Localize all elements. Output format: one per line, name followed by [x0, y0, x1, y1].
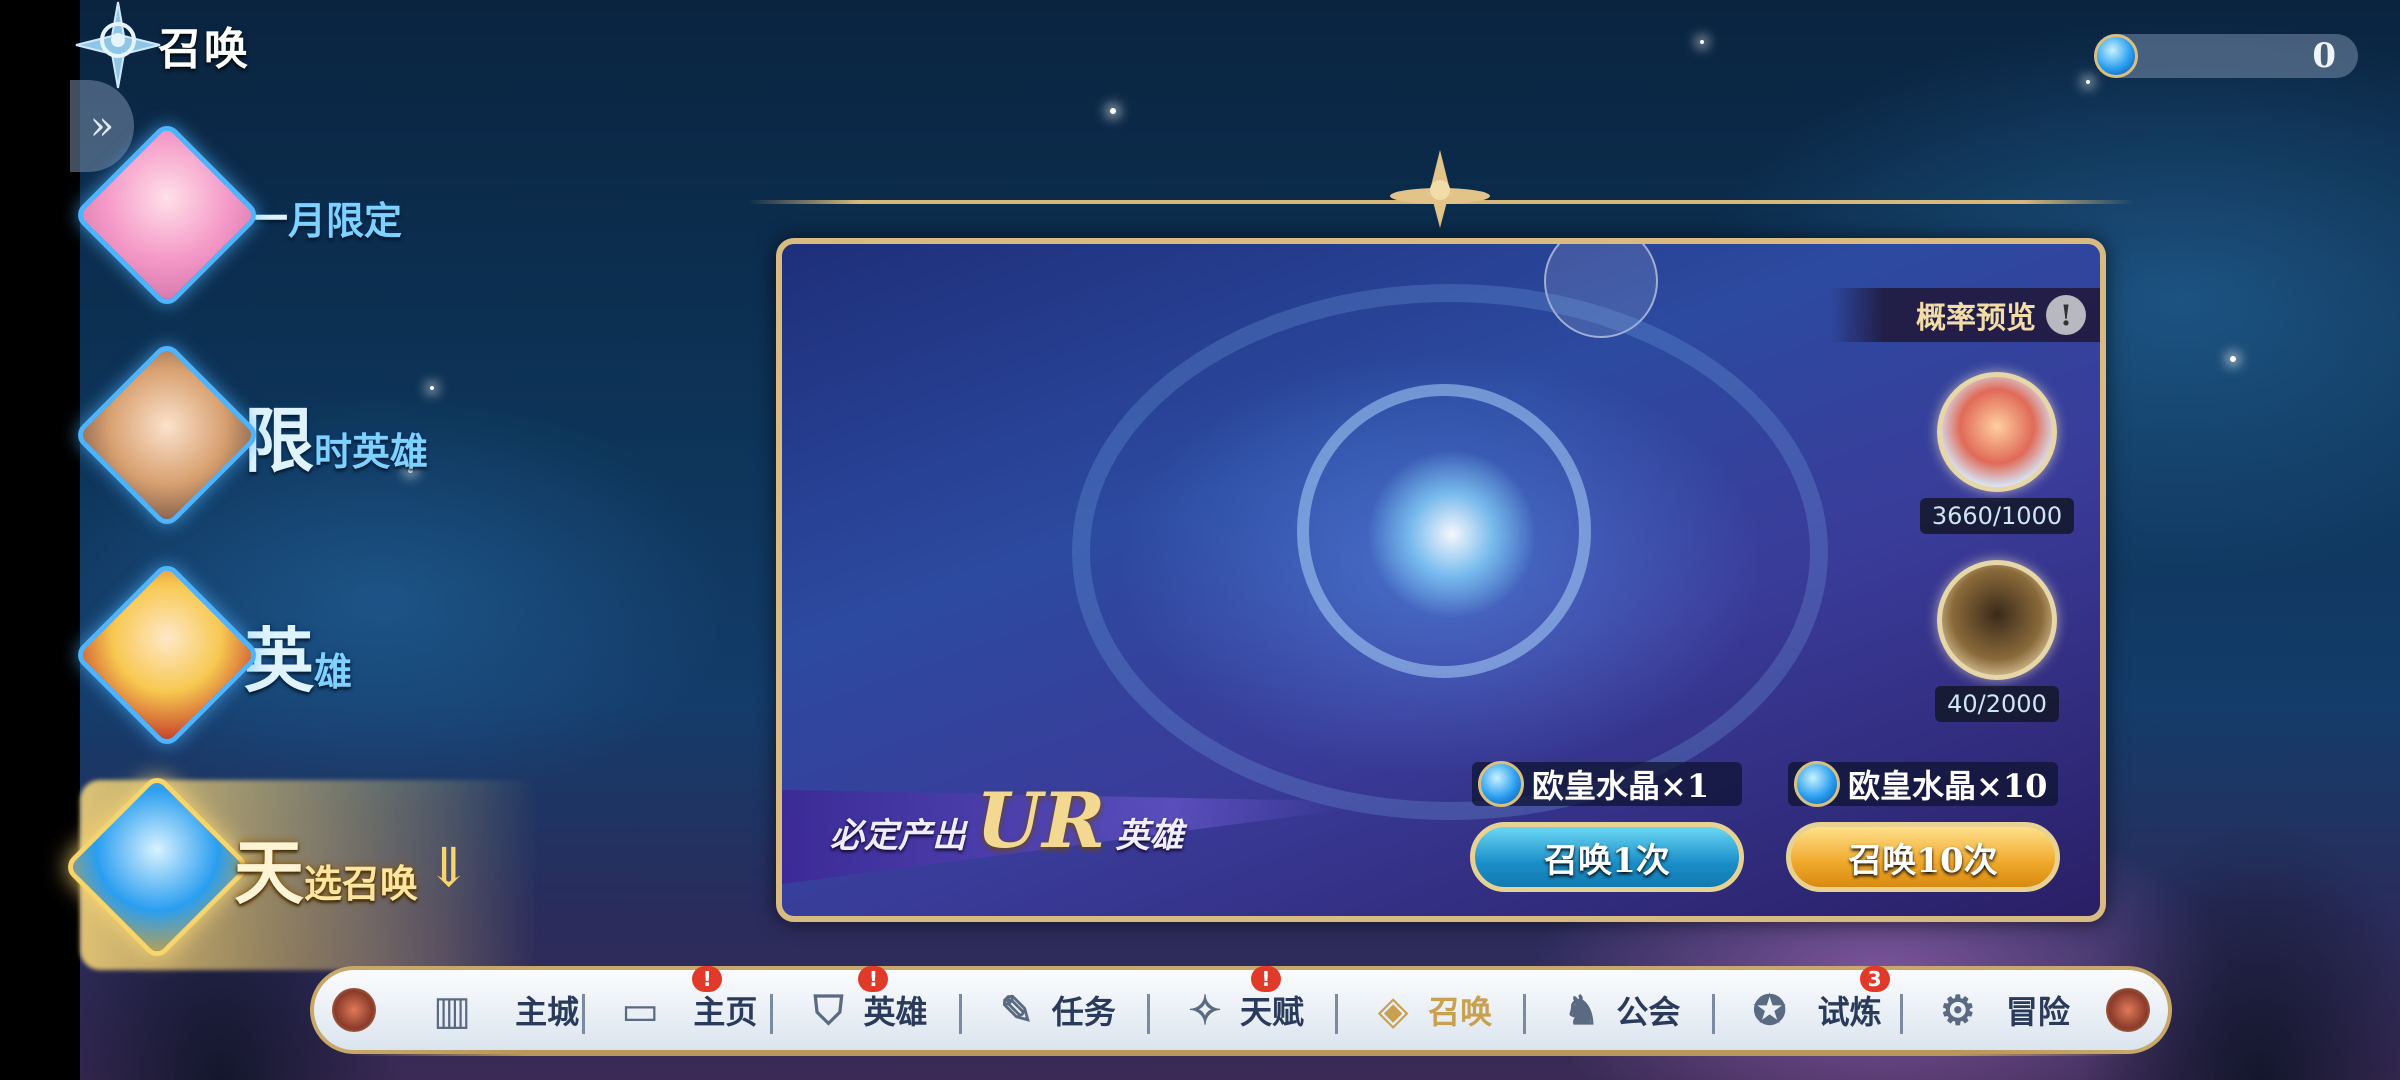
talent-star-icon: ✧: [1188, 986, 1222, 1034]
fleur-ornament-icon: [1390, 150, 1490, 228]
notification-badge: !: [858, 966, 889, 992]
crystal-gem-icon: [2094, 34, 2138, 78]
info-icon: !: [2046, 295, 2086, 335]
banner-january-limited[interactable]: 一月限定: [72, 120, 403, 310]
summon-panel: 概率预览 ! 3660/1000 40/2000 必定产出 UR 英雄 欧皇水晶…: [776, 238, 2106, 922]
helmet-icon: ⛉: [813, 986, 844, 1034]
crystal-gem-icon: [1478, 761, 1524, 807]
nav-main-city[interactable]: ▥ 主城: [394, 970, 582, 1050]
arrow-down-icon: ⇓: [426, 835, 472, 899]
hero-portrait-avatar: [72, 560, 262, 750]
sparkle-star: [2230, 356, 2236, 362]
banner-label: 限时英雄: [244, 398, 429, 482]
sparkle-star: [430, 386, 434, 390]
guild-knight-icon: ♞: [1563, 986, 1600, 1034]
notification-badge: 3: [1859, 966, 1890, 992]
single-summon-cost: 欧皇水晶×1: [1472, 761, 1742, 807]
banner-label: 一月限定: [244, 194, 403, 245]
probability-preview-button[interactable]: 概率预览 !: [1830, 288, 2100, 342]
sparkle-star: [1110, 108, 1116, 114]
probability-label: 概率预览: [1916, 301, 2036, 336]
header: 召唤: [75, 0, 250, 90]
nav-underline: [350, 1050, 2130, 1056]
nav-ornament-left-icon: [332, 988, 376, 1032]
crystal-currency-counter[interactable]: 0: [2094, 34, 2358, 78]
compass-emblem-icon: [70, 0, 166, 90]
banner-label: 英雄: [244, 618, 353, 702]
banner-label: 天选召唤: [234, 830, 419, 914]
castle-gate-icon: ▥: [433, 986, 471, 1034]
reward-hero-progress[interactable]: 40/2000: [1922, 560, 2072, 722]
sparkle-star: [2086, 80, 2090, 84]
banner-limited-hero[interactable]: 限时英雄: [72, 340, 429, 530]
nav-home[interactable]: ▭ 主页 !: [582, 966, 770, 1050]
hero-portrait-avatar: [72, 340, 262, 530]
banner-chosen-summon[interactable]: 天选召唤 ⇓: [62, 772, 540, 970]
page-title: 召唤: [158, 24, 250, 75]
nav-tasks[interactable]: ✎ 任务: [958, 970, 1147, 1050]
crystal-gem-icon: [1794, 761, 1840, 807]
notification-badge: !: [692, 966, 723, 992]
summon-once-button[interactable]: 召唤1次: [1470, 822, 1744, 892]
ur-guarantee-text: 必定产出 UR 英雄: [830, 776, 1184, 865]
nav-heroes[interactable]: ⛉ 英雄 !: [770, 966, 958, 1050]
nav-ornament-right-icon: [2105, 988, 2150, 1032]
treasure-chest-icon: [1937, 372, 2057, 492]
reward-chest-progress[interactable]: 3660/1000: [1919, 372, 2075, 534]
nav-summon[interactable]: ◈ 召唤: [1335, 970, 1523, 1050]
nav-trial[interactable]: ✪ 试炼 3: [1711, 966, 1900, 1050]
double-chevron-right-icon: »: [89, 103, 115, 149]
trial-crest-icon: ✪: [1752, 986, 1787, 1034]
summon-diamond-icon: ◈: [1377, 986, 1409, 1034]
notification-badge: !: [1250, 966, 1281, 992]
bottom-nav-bar: ▥ 主城 ▭ 主页 ! ⛉ 英雄 ! ✎ 任务 ✧ 天赋 ! ◈ 召唤 ♞ 公会…: [310, 966, 2172, 1054]
summon-ten-button[interactable]: 召唤10次: [1786, 822, 2060, 892]
reward-progress: 3660/1000: [1919, 498, 2075, 534]
sparkle-star: [1700, 40, 1704, 44]
gear-swirl-icon: ⚙: [1939, 986, 1976, 1034]
ten-summon-cost: 欧皇水晶×10: [1788, 761, 2058, 807]
portal-inner-ring: [1297, 384, 1591, 678]
banner-hero[interactable]: 英雄: [72, 560, 353, 750]
nav-adventure[interactable]: ⚙ 冒险: [1899, 970, 2088, 1050]
hero-portrait-avatar: [72, 120, 262, 310]
hero-silhouette-icon: [1937, 560, 2057, 680]
reward-progress: 40/2000: [1935, 686, 2059, 722]
banner-frame-icon: ▭: [621, 986, 660, 1034]
scroll-feather-icon: ✎: [999, 986, 1034, 1034]
crystal-amount: 0: [2312, 36, 2336, 76]
nav-guild[interactable]: ♞ 公会: [1523, 970, 1711, 1050]
nav-talent[interactable]: ✧ 天赋 !: [1146, 966, 1335, 1050]
